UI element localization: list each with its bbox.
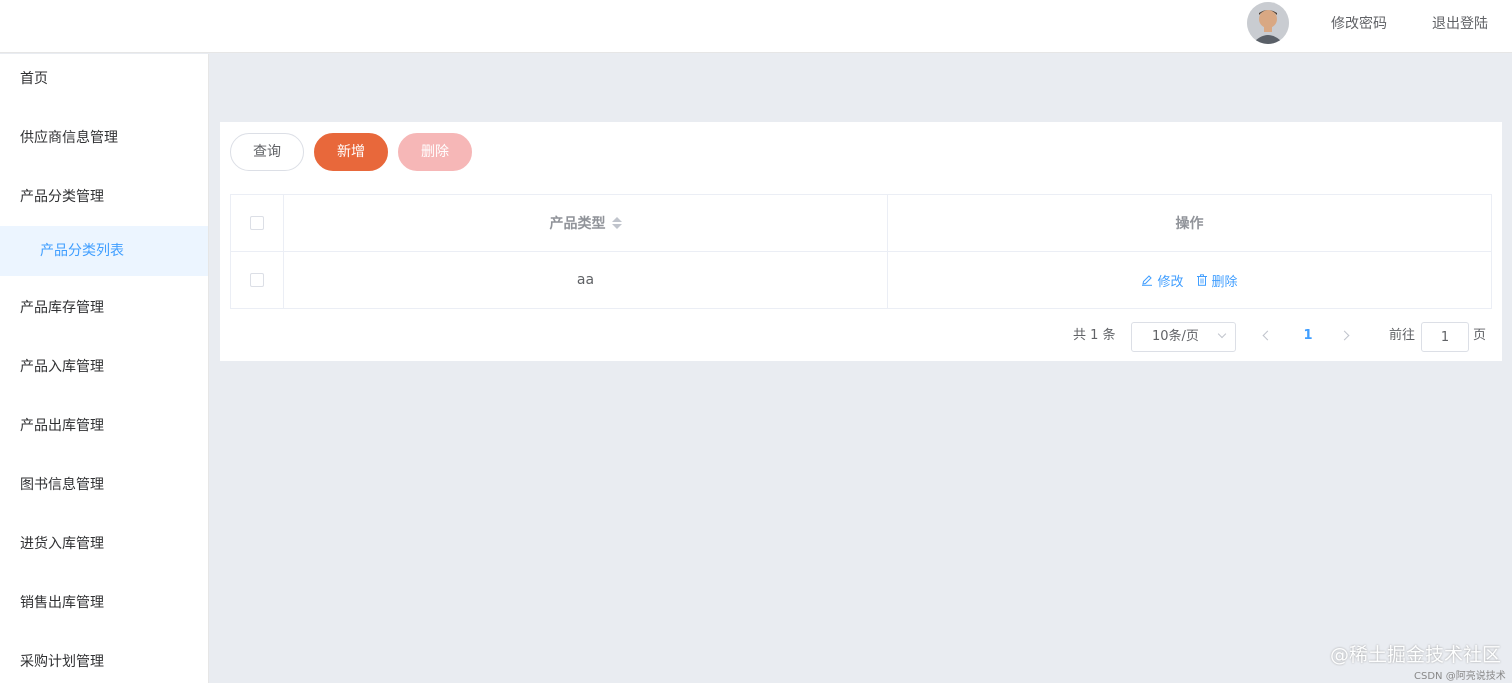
query-button[interactable]: 查询 <box>230 133 304 171</box>
edit-label: 修改 <box>1157 274 1184 290</box>
goto-unit-label: 页 <box>1473 328 1487 343</box>
main-card: 查询 新增 删除 产品类型 操作 aa 修改 删除 共 1 条 10条/页 1 … <box>220 122 1502 361</box>
sidebar-item-sales-outbound[interactable]: 销售出库管理 <box>0 578 208 628</box>
row-delete-label: 删除 <box>1211 274 1238 290</box>
edit-icon <box>1142 275 1153 286</box>
row-delete-button[interactable]: 删除 <box>1196 271 1238 290</box>
top-header: 修改密码 退出登陆 <box>0 0 1512 53</box>
watermark-main: @稀土掘金技术社区 <box>1330 644 1502 666</box>
actions-cell: 修改 删除 <box>888 252 1491 308</box>
column-header-product-type: 产品类型 <box>549 216 606 232</box>
goto-label: 前往 <box>1389 328 1416 343</box>
page-number-current[interactable]: 1 <box>1288 322 1328 352</box>
product-type-value: aa <box>576 272 595 288</box>
sort-icon[interactable] <box>611 216 622 230</box>
next-page-button[interactable] <box>1335 322 1359 350</box>
row-select-cell <box>231 252 284 308</box>
sidebar-item-book-info[interactable]: 图书信息管理 <box>0 460 208 510</box>
chevron-left-icon <box>1262 330 1273 341</box>
change-password-link[interactable]: 修改密码 <box>1331 13 1387 33</box>
sidebar-item-purchase-inbound[interactable]: 进货入库管理 <box>0 519 208 569</box>
chevron-down-icon <box>1217 329 1227 339</box>
avatar-image <box>1247 2 1289 44</box>
sidebar-menu: 首页 供应商信息管理 产品分类管理 产品分类列表 产品库存管理 产品入库管理 产… <box>0 54 209 683</box>
pagination-total: 共 1 条 <box>1073 328 1116 343</box>
watermark-sub: CSDN @阿亮说技术 <box>1414 671 1506 682</box>
prev-page-button[interactable] <box>1254 322 1278 350</box>
sidebar-item-purchase-plan[interactable]: 采购计划管理 <box>0 637 208 683</box>
trash-icon <box>1196 274 1207 286</box>
chevron-right-icon <box>1339 330 1350 341</box>
sidebar-item-product-stock[interactable]: 产品库存管理 <box>0 283 208 333</box>
page-size-value: 10条/页 <box>1152 329 1199 344</box>
select-all-checkbox[interactable] <box>250 216 264 230</box>
sidebar-item-product-inbound[interactable]: 产品入库管理 <box>0 342 208 392</box>
sidebar-item-product-category-list[interactable]: 产品分类列表 <box>0 226 208 276</box>
logout-link[interactable]: 退出登陆 <box>1432 13 1488 33</box>
sidebar-item-home[interactable]: 首页 <box>0 54 208 104</box>
table-header-row: 产品类型 操作 <box>231 195 1491 252</box>
page-size-select[interactable]: 10条/页 <box>1131 322 1236 352</box>
edit-button[interactable]: 修改 <box>1141 271 1184 290</box>
add-button[interactable]: 新增 <box>314 133 388 171</box>
table-row: aa 修改 删除 <box>231 252 1491 308</box>
sidebar-item-product-category[interactable]: 产品分类管理 <box>0 172 208 222</box>
category-table: 产品类型 操作 aa 修改 删除 <box>230 194 1492 309</box>
sidebar-item-product-outbound[interactable]: 产品出库管理 <box>0 401 208 451</box>
goto-page-input[interactable] <box>1421 322 1469 352</box>
column-header-actions: 操作 <box>1175 216 1204 232</box>
sidebar-item-supplier[interactable]: 供应商信息管理 <box>0 113 208 163</box>
delete-button[interactable]: 删除 <box>398 133 472 171</box>
product-type-cell: aa <box>284 252 888 308</box>
row-checkbox[interactable] <box>250 273 264 287</box>
header-actions-cell: 操作 <box>888 195 1491 251</box>
header-select-cell <box>231 195 284 251</box>
header-product-type-cell[interactable]: 产品类型 <box>284 195 888 251</box>
user-avatar[interactable] <box>1247 2 1289 44</box>
